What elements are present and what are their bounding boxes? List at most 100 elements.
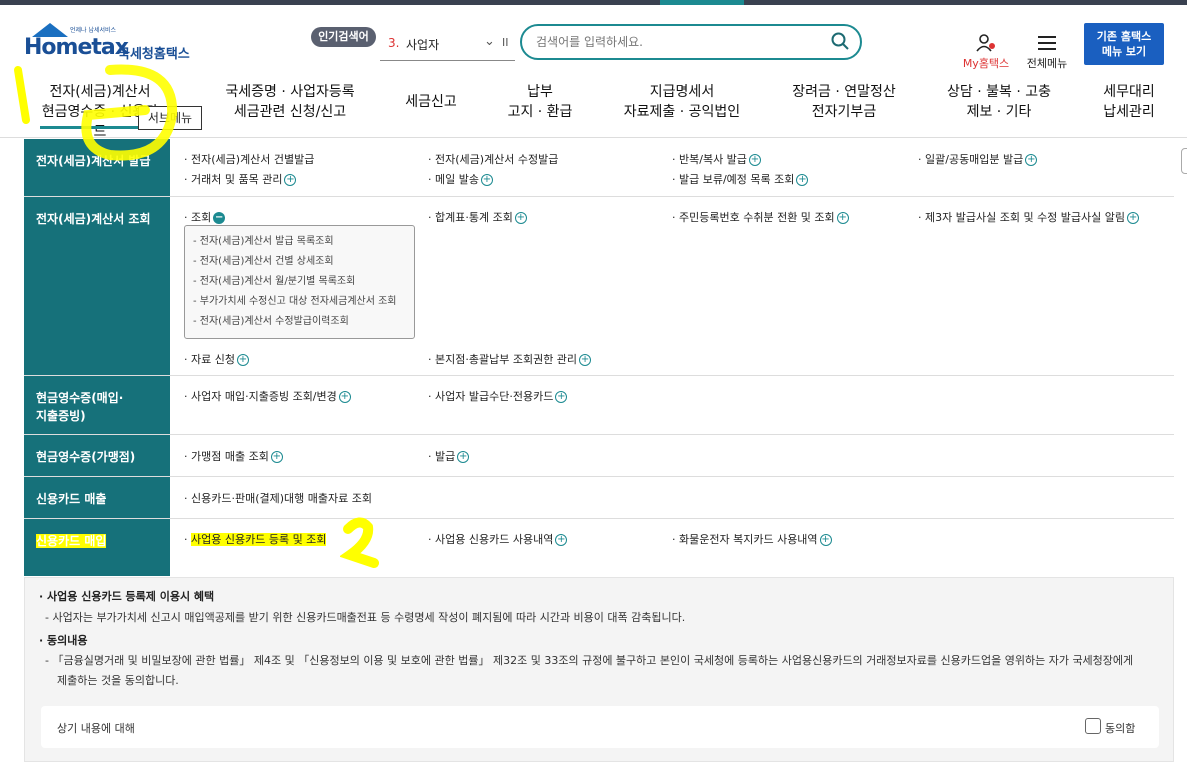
menu-link[interactable]: · 조회 − [184,209,226,225]
menu-link[interactable]: · 화물운전자 복지카드 사용내역 + [672,531,832,547]
plus-icon[interactable]: + [480,174,493,186]
menu-link[interactable]: · 제3자 발급사실 조회 및 수정 발급사실 알림 + [918,209,1140,225]
plus-icon[interactable]: + [836,212,849,224]
menu-link[interactable]: · 사업자 매입·지출증빙 조회/변경 + [184,388,351,404]
menu-link[interactable]: · 사업용 신용카드 등록 및 조회 [184,531,327,547]
plus-icon[interactable]: + [748,154,761,166]
gnb-item-tax-agent[interactable]: 세무대리 납세관리 [1094,82,1164,122]
minus-icon[interactable]: − [213,212,226,224]
menu-link[interactable]: · 자료 신청 + [184,351,249,367]
plus-icon[interactable]: + [514,212,527,224]
gnb-item-certificate[interactable]: 국세증명 · 사업자등록 세금관련 신청/신고 [210,82,370,122]
sub-menu-item[interactable]: - 전자(세금)계산서 건별 상세조회 [193,252,414,272]
sub-menu-item[interactable]: - 전자(세금)계산서 수정발급이력조회 [193,312,414,332]
menu-link[interactable]: · 가맹점 매출 조회 + [184,448,283,464]
gnb-line1: 지급명세서 [649,84,715,100]
menu-link[interactable]: · 주민등록번호 수취분 전환 및 조회 + [672,209,849,225]
menu-link[interactable]: · 사업자 발급수단·전용카드 + [428,388,568,404]
gnb-item-consult[interactable]: 상담 · 불복 · 고충 제보 · 기타 [936,82,1062,122]
plus-icon[interactable]: + [1025,154,1038,166]
gnb-line2: 납세관리 [1103,104,1155,120]
menu-link[interactable]: · 전자(세금)계산서 건별발급 [184,151,314,167]
row-header: 현금영수증(매입· 지출증빙) [24,376,170,434]
plus-icon[interactable]: + [555,391,568,403]
gnb-item-payment[interactable]: 납부 고지 · 환급 [494,82,586,122]
classic-line2: 메뉴 보기 [1101,45,1147,58]
chevron-down-icon[interactable]: ⌄ [484,34,495,49]
gnb-item-tax-report[interactable]: 세금신고 [396,92,466,112]
plus-icon[interactable]: + [338,391,351,403]
submenu-table: 전자(세금)계산서 발급 · 전자(세금)계산서 건별발급 · 전자(세금)계산… [24,139,1174,576]
notice-text-benefit: - 사업자는 부가가치세 신고시 매입액공제를 받기 위한 신용카드매출전표 등… [45,611,686,624]
row-header: 현금영수증(가맹점) [24,435,170,476]
gnb-line2: 고지 · 환급 [507,104,573,120]
row-header-line1: 현금영수증(매입· [36,391,124,405]
notice-text-consent: - 「금융실명거래 및 비밀보장에 관한 법률」 제4조 및 「신용정보의 이용… [45,654,1134,667]
menu-link[interactable]: · 전자(세금)계산서 수정발급 [428,151,558,167]
gnb-item-statement[interactable]: 지급명세서 자료제출 · 공익법인 [612,82,752,122]
sub-menu-item[interactable]: - 부가가치세 수정신고 대상 전자세금계산서 조회 [193,292,414,312]
agree-checkbox[interactable] [1085,718,1101,734]
menu-link[interactable]: · 사업용 신용카드 사용내역 + [428,531,568,547]
agree-label: 상기 내용에 대해 [57,722,135,735]
plus-icon[interactable]: + [270,451,283,463]
menu-link[interactable]: · 발급 보류/예정 목록 조회 + [672,171,809,187]
table-row: 전자(세금)계산서 조회 · 조회 − · 합계표·통계 조회 + · 주민등록번호… [24,197,1174,376]
gnb-line1: 세금신고 [405,94,457,110]
menu-link[interactable]: · 본지점·총괄납부 조회권한 관리 + [428,351,592,367]
search-icon[interactable] [830,31,850,51]
hometax-logo[interactable]: 언제나 납세서비스 Hometax 국세청홈택스 [24,23,204,67]
menu-link[interactable]: · 거래처 및 품목 관리 + [184,171,297,187]
my-hometax-button[interactable]: My홈택스 [958,33,1014,73]
pause-icon[interactable]: II [502,36,509,49]
plus-icon[interactable]: + [236,354,249,366]
table-row: 신용카드 매출 · 신용카드·판매(결제)대행 매출자료 조회 [24,477,1174,519]
menu-link[interactable]: · 신용카드·판매(결제)대행 매출자료 조회 [184,490,372,506]
search-input[interactable] [536,33,816,51]
search-box [520,24,862,60]
plus-icon[interactable]: + [1127,212,1140,224]
popular-term: 사업자 [406,38,440,52]
table-row: 전자(세금)계산서 발급 · 전자(세금)계산서 건별발급 · 전자(세금)계산… [24,139,1174,197]
menu-link[interactable]: · 일괄/공동매입분 발급 + [918,151,1038,167]
gnb-line2: 전자기부금 [811,104,877,120]
plus-icon[interactable]: + [555,534,568,546]
table-row: 신용카드 매입 · 사업용 신용카드 등록 및 조회 · 사업용 신용카드 사용… [24,519,1174,576]
popular-search-badge: 인기검색어 [311,27,376,47]
user-icon [976,34,995,52]
plus-icon[interactable]: + [796,174,809,186]
row-header: 전자(세금)계산서 조회 [24,197,170,375]
agree-text[interactable]: 동의함 [1105,720,1135,736]
logo-tagline: 언제나 납세서비스 [70,27,117,34]
notice-title-consent: · 동의내용 [39,634,88,647]
my-hometax-label: My홈택스 [962,57,1010,70]
plus-icon[interactable]: + [284,174,297,186]
menu-link[interactable]: · 발급 + [428,448,470,464]
all-menu-button[interactable]: 전체메뉴 [1022,33,1072,73]
agree-box: 상기 내용에 대해 동의함 [41,706,1159,748]
popular-rank: 3. [388,36,400,50]
row-header-label: 신용카드 매입 [36,534,107,548]
gnb-line1: 국세증명 · 사업자등록 [225,84,355,100]
classic-menu-button[interactable]: 기존 홈택스 메뉴 보기 [1084,23,1164,65]
gnb-line1: 전자(세금)계산서 [49,84,151,100]
notice-panel: · 사업용 신용카드 등록제 이용시 혜택 - 사업자는 부가가치세 신고시 매… [24,577,1174,762]
menu-link[interactable]: · 메일 발송 + [428,171,493,187]
menu-link[interactable]: · 반복/복사 발급 + [672,151,761,167]
header: 언제나 납세서비스 Hometax 국세청홈택스 인기검색어 3. 사업자 ⌄ … [0,5,1187,75]
plus-icon[interactable]: + [457,451,470,463]
popular-search-select[interactable]: 3. 사업자 ⌄ II [380,31,515,61]
row-header-line2: 지출증빙) [36,409,86,423]
plus-icon[interactable]: + [819,534,832,546]
gnb-line2: 세금관련 신청/신고 [233,104,347,120]
side-scroll-tab[interactable] [1181,148,1187,174]
sub-menu-item[interactable]: - 전자(세금)계산서 발급 목록조회 [193,232,414,252]
plus-icon[interactable]: + [579,354,592,366]
menu-link[interactable]: · 합계표·통계 조회 + [428,209,527,225]
gnb-line2: 자료제출 · 공익법인 [623,104,741,120]
row-header: 전자(세금)계산서 발급 [24,139,170,196]
gnb-item-incentive[interactable]: 장려금 · 연말정산 전자기부금 [780,82,908,122]
notice-title-benefit: · 사업용 신용카드 등록제 이용시 혜택 [39,590,215,603]
all-menu-label: 전체메뉴 [1026,57,1068,70]
sub-menu-item[interactable]: - 전자(세금)계산서 월/분기별 목록조회 [193,272,414,292]
